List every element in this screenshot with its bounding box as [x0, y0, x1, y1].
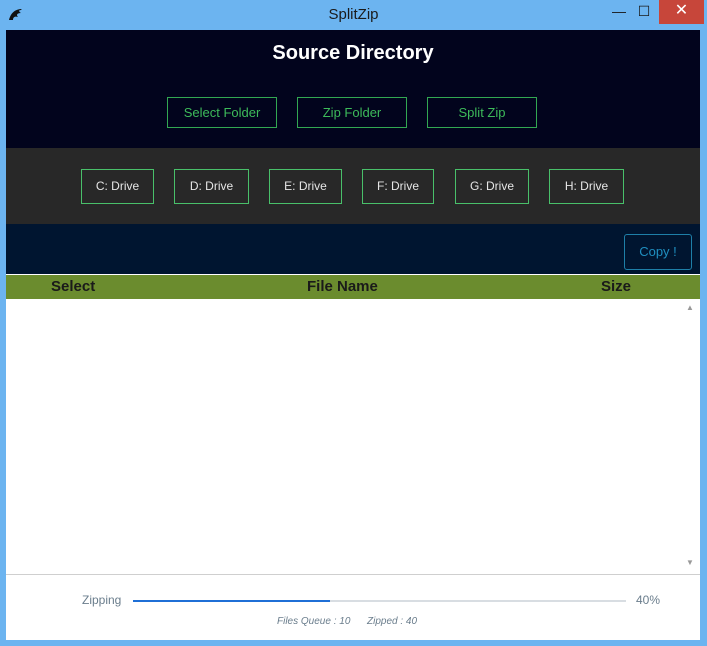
files-queue-status: Files Queue : 10 — [277, 616, 351, 627]
split-zip-button[interactable]: Split Zip — [427, 97, 537, 128]
file-table-header: Select File Name Size — [6, 275, 700, 299]
progress-label: Zipping — [82, 593, 122, 607]
minimize-button[interactable]: — — [606, 0, 632, 24]
progress-bar — [133, 600, 626, 602]
source-directory-panel: Source Directory Select Folder Zip Folde… — [6, 30, 700, 148]
column-header-select[interactable]: Select — [51, 278, 95, 295]
zipped-count-status: Zipped : 40 — [367, 616, 418, 627]
h-drive-button[interactable]: H: Drive — [549, 169, 624, 204]
file-list[interactable]: ▲ ▼ — [6, 299, 700, 575]
close-button[interactable]: ✕ — [659, 0, 704, 24]
column-header-size[interactable]: Size — [601, 278, 631, 295]
g-drive-button[interactable]: G: Drive — [455, 169, 529, 204]
progress-bar-fill — [133, 600, 331, 602]
title-bar[interactable]: SplitZip — ☐ ✕ — [0, 0, 707, 30]
copy-panel: Copy ! — [6, 224, 700, 274]
e-drive-button[interactable]: E: Drive — [269, 169, 342, 204]
scroll-up-arrow-icon[interactable]: ▲ — [684, 303, 696, 313]
column-header-file-name[interactable]: File Name — [307, 278, 378, 295]
maximize-button[interactable]: ☐ — [632, 0, 656, 24]
copy-button[interactable]: Copy ! — [624, 234, 692, 270]
window-title: SplitZip — [328, 6, 379, 23]
select-folder-button[interactable]: Select Folder — [167, 97, 277, 128]
drive-selector-panel: C: Drive D: Drive E: Drive F: Drive G: D… — [6, 148, 700, 224]
d-drive-button[interactable]: D: Drive — [174, 169, 249, 204]
app-client-area: Source Directory Select Folder Zip Folde… — [6, 30, 700, 640]
progress-percent: 40% — [636, 593, 661, 607]
c-drive-button[interactable]: C: Drive — [81, 169, 154, 204]
zip-folder-button[interactable]: Zip Folder — [297, 97, 407, 128]
f-drive-button[interactable]: F: Drive — [362, 169, 434, 204]
source-directory-heading: Source Directory — [272, 42, 434, 64]
scroll-down-arrow-icon[interactable]: ▼ — [684, 558, 696, 568]
